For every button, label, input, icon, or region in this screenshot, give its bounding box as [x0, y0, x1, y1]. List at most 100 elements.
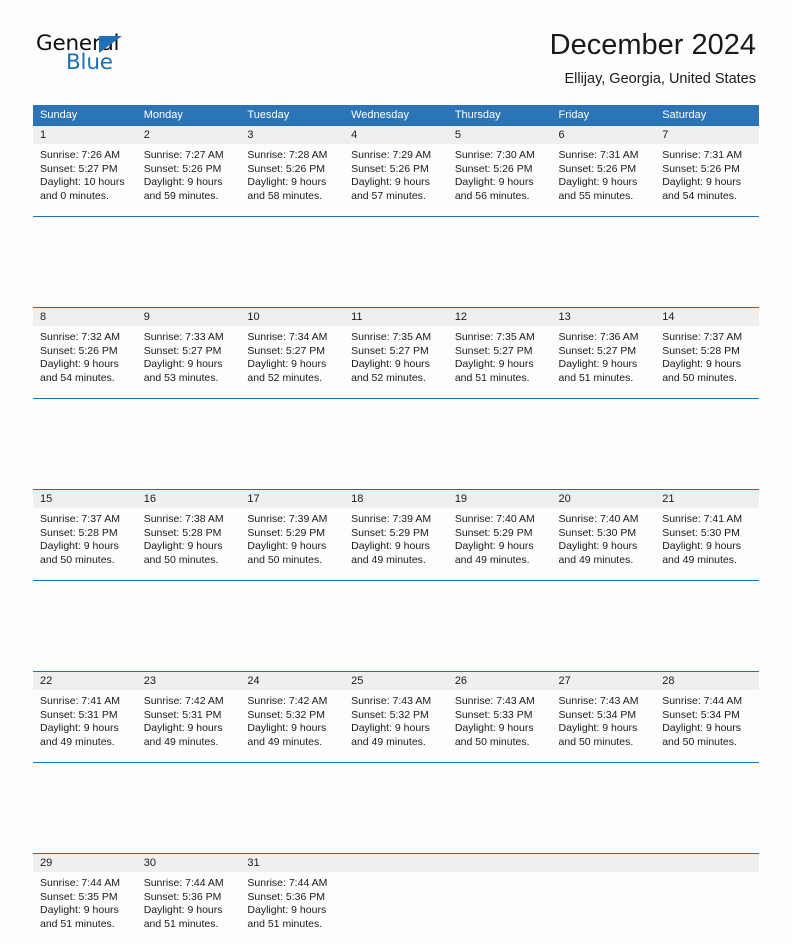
daylight-text-line2: and 51 minutes. [455, 372, 546, 386]
calendar-day-cell[interactable]: 8Sunrise: 7:32 AMSunset: 5:26 PMDaylight… [33, 308, 137, 399]
day-number: 18 [344, 490, 448, 508]
calendar-day-cell[interactable]: 18Sunrise: 7:39 AMSunset: 5:29 PMDayligh… [344, 490, 448, 581]
daylight-text-line1: Daylight: 10 hours [40, 176, 131, 190]
day-number: 31 [240, 854, 344, 872]
sunset-text: Sunset: 5:32 PM [351, 709, 442, 723]
calendar-page: General Blue December 2024 Ellijay, Geor… [0, 0, 792, 612]
day-details: Sunrise: 7:36 AMSunset: 5:27 PMDaylight:… [552, 326, 656, 385]
sunset-text: Sunset: 5:35 PM [40, 891, 131, 905]
daylight-text-line2: and 54 minutes. [662, 190, 753, 204]
sunset-text: Sunset: 5:26 PM [455, 163, 546, 177]
calendar-day-cell[interactable]: 26Sunrise: 7:43 AMSunset: 5:33 PMDayligh… [448, 672, 552, 763]
week-spacer-cell [33, 217, 759, 308]
calendar-day-cell[interactable]: 11Sunrise: 7:35 AMSunset: 5:27 PMDayligh… [344, 308, 448, 399]
sunrise-text: Sunrise: 7:43 AM [559, 695, 650, 709]
daylight-text-line1: Daylight: 9 hours [144, 358, 235, 372]
day-details: Sunrise: 7:37 AMSunset: 5:28 PMDaylight:… [33, 508, 137, 567]
day-details: Sunrise: 7:41 AMSunset: 5:31 PMDaylight:… [33, 690, 137, 749]
sunrise-text: Sunrise: 7:34 AM [247, 331, 338, 345]
weekday-header-row: Sunday Monday Tuesday Wednesday Thursday… [33, 105, 759, 126]
sunset-text: Sunset: 5:27 PM [559, 345, 650, 359]
sunrise-text: Sunrise: 7:44 AM [40, 877, 131, 891]
calendar-day-cell[interactable]: 24Sunrise: 7:42 AMSunset: 5:32 PMDayligh… [240, 672, 344, 763]
daylight-text-line2: and 50 minutes. [559, 736, 650, 750]
week-spacer-row [33, 763, 759, 854]
daylight-text-line1: Daylight: 9 hours [40, 904, 131, 918]
day-details: Sunrise: 7:34 AMSunset: 5:27 PMDaylight:… [240, 326, 344, 385]
sunrise-text: Sunrise: 7:35 AM [455, 331, 546, 345]
calendar-day-cell[interactable]: 14Sunrise: 7:37 AMSunset: 5:28 PMDayligh… [655, 308, 759, 399]
calendar-day-cell[interactable]: 7Sunrise: 7:31 AMSunset: 5:26 PMDaylight… [655, 126, 759, 217]
calendar-day-cell[interactable]: 13Sunrise: 7:36 AMSunset: 5:27 PMDayligh… [552, 308, 656, 399]
day-details: Sunrise: 7:44 AMSunset: 5:36 PMDaylight:… [240, 872, 344, 931]
day-number [448, 854, 552, 872]
daylight-text-line2: and 50 minutes. [40, 554, 131, 568]
calendar-day-cell[interactable]: 3Sunrise: 7:28 AMSunset: 5:26 PMDaylight… [240, 126, 344, 217]
sunset-text: Sunset: 5:28 PM [144, 527, 235, 541]
daylight-text-line1: Daylight: 9 hours [455, 358, 546, 372]
day-number: 20 [552, 490, 656, 508]
daylight-text-line1: Daylight: 9 hours [144, 722, 235, 736]
calendar-head: Sunday Monday Tuesday Wednesday Thursday… [33, 105, 759, 126]
weekday-header-thursday: Thursday [448, 105, 552, 126]
calendar-day-cell[interactable]: 19Sunrise: 7:40 AMSunset: 5:29 PMDayligh… [448, 490, 552, 581]
daylight-text-line1: Daylight: 9 hours [40, 540, 131, 554]
daylight-text-line1: Daylight: 9 hours [144, 904, 235, 918]
calendar-day-cell[interactable]: 28Sunrise: 7:44 AMSunset: 5:34 PMDayligh… [655, 672, 759, 763]
day-number: 23 [137, 672, 241, 690]
sunrise-text: Sunrise: 7:30 AM [455, 149, 546, 163]
calendar-day-cell[interactable]: 10Sunrise: 7:34 AMSunset: 5:27 PMDayligh… [240, 308, 344, 399]
sunrise-text: Sunrise: 7:35 AM [351, 331, 442, 345]
calendar-day-cell[interactable]: 9Sunrise: 7:33 AMSunset: 5:27 PMDaylight… [137, 308, 241, 399]
day-details: Sunrise: 7:35 AMSunset: 5:27 PMDaylight:… [448, 326, 552, 385]
daylight-text-line1: Daylight: 9 hours [559, 358, 650, 372]
calendar-day-cell[interactable]: 5Sunrise: 7:30 AMSunset: 5:26 PMDaylight… [448, 126, 552, 217]
sunset-text: Sunset: 5:29 PM [455, 527, 546, 541]
calendar-day-cell[interactable]: 2Sunrise: 7:27 AMSunset: 5:26 PMDaylight… [137, 126, 241, 217]
daylight-text-line1: Daylight: 9 hours [247, 722, 338, 736]
day-number: 7 [655, 126, 759, 144]
day-number: 4 [344, 126, 448, 144]
calendar-day-cell[interactable]: 31Sunrise: 7:44 AMSunset: 5:36 PMDayligh… [240, 854, 344, 944]
calendar-day-cell[interactable]: 21Sunrise: 7:41 AMSunset: 5:30 PMDayligh… [655, 490, 759, 581]
calendar-day-cell[interactable]: 15Sunrise: 7:37 AMSunset: 5:28 PMDayligh… [33, 490, 137, 581]
week-spacer-cell [33, 763, 759, 854]
daylight-text-line1: Daylight: 9 hours [351, 540, 442, 554]
calendar-day-cell[interactable]: 30Sunrise: 7:44 AMSunset: 5:36 PMDayligh… [137, 854, 241, 944]
sunrise-text: Sunrise: 7:37 AM [662, 331, 753, 345]
sunset-text: Sunset: 5:27 PM [455, 345, 546, 359]
sunrise-text: Sunrise: 7:27 AM [144, 149, 235, 163]
calendar-day-cell[interactable]: 17Sunrise: 7:39 AMSunset: 5:29 PMDayligh… [240, 490, 344, 581]
day-number: 22 [33, 672, 137, 690]
calendar-week-row: 1Sunrise: 7:26 AMSunset: 5:27 PMDaylight… [33, 126, 759, 217]
daylight-text-line1: Daylight: 9 hours [662, 358, 753, 372]
week-spacer-cell [33, 399, 759, 490]
daylight-text-line2: and 49 minutes. [247, 736, 338, 750]
sunset-text: Sunset: 5:32 PM [247, 709, 338, 723]
calendar-day-cell[interactable]: 20Sunrise: 7:40 AMSunset: 5:30 PMDayligh… [552, 490, 656, 581]
sunrise-text: Sunrise: 7:31 AM [662, 149, 753, 163]
day-details: Sunrise: 7:26 AMSunset: 5:27 PMDaylight:… [33, 144, 137, 203]
calendar-day-cell[interactable]: 25Sunrise: 7:43 AMSunset: 5:32 PMDayligh… [344, 672, 448, 763]
calendar-day-cell[interactable]: 29Sunrise: 7:44 AMSunset: 5:35 PMDayligh… [33, 854, 137, 944]
calendar-day-cell[interactable]: 23Sunrise: 7:42 AMSunset: 5:31 PMDayligh… [137, 672, 241, 763]
calendar-day-cell[interactable]: 16Sunrise: 7:38 AMSunset: 5:28 PMDayligh… [137, 490, 241, 581]
sunset-text: Sunset: 5:27 PM [247, 345, 338, 359]
calendar-day-cell[interactable]: 27Sunrise: 7:43 AMSunset: 5:34 PMDayligh… [552, 672, 656, 763]
day-details: Sunrise: 7:44 AMSunset: 5:34 PMDaylight:… [655, 690, 759, 749]
calendar-day-cell[interactable]: 1Sunrise: 7:26 AMSunset: 5:27 PMDaylight… [33, 126, 137, 217]
calendar-day-cell[interactable]: 6Sunrise: 7:31 AMSunset: 5:26 PMDaylight… [552, 126, 656, 217]
calendar-day-cell[interactable]: 12Sunrise: 7:35 AMSunset: 5:27 PMDayligh… [448, 308, 552, 399]
calendar-week-row: 15Sunrise: 7:37 AMSunset: 5:28 PMDayligh… [33, 490, 759, 581]
calendar-day-cell[interactable]: 22Sunrise: 7:41 AMSunset: 5:31 PMDayligh… [33, 672, 137, 763]
calendar-empty-cell [448, 854, 552, 944]
week-spacer-row [33, 217, 759, 308]
sunrise-text: Sunrise: 7:39 AM [247, 513, 338, 527]
daylight-text-line1: Daylight: 9 hours [662, 722, 753, 736]
day-details: Sunrise: 7:44 AMSunset: 5:36 PMDaylight:… [137, 872, 241, 931]
day-details: Sunrise: 7:40 AMSunset: 5:29 PMDaylight:… [448, 508, 552, 567]
calendar-day-cell[interactable]: 4Sunrise: 7:29 AMSunset: 5:26 PMDaylight… [344, 126, 448, 217]
sunset-text: Sunset: 5:26 PM [144, 163, 235, 177]
daylight-text-line1: Daylight: 9 hours [662, 540, 753, 554]
daylight-text-line2: and 49 minutes. [662, 554, 753, 568]
